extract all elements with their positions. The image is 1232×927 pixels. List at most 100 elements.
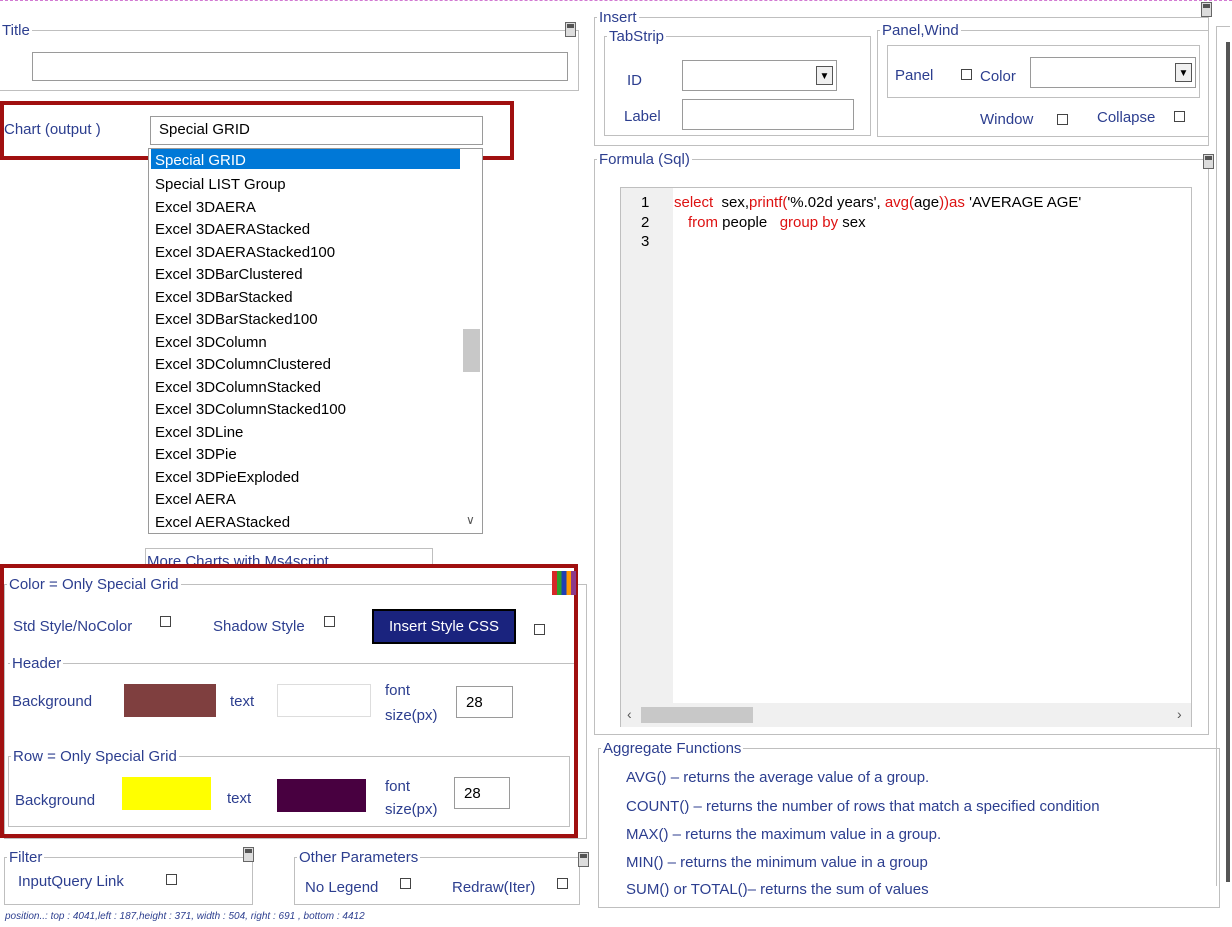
list-item[interactable]: Excel 3DBarClustered (155, 266, 303, 284)
header-background-swatch[interactable] (124, 684, 216, 717)
list-item[interactable]: Special LIST Group (155, 176, 286, 194)
chevron-right-icon[interactable]: › (1177, 706, 1182, 722)
aggregate-item: MAX() – returns the maximum value in a g… (626, 826, 942, 843)
row-size-label: size(px) (385, 801, 438, 818)
side-scrollbar[interactable] (1226, 42, 1230, 882)
sql-text: sex, (713, 194, 750, 211)
sql-line-1: select sex,printf('%.02d years', avg(age… (674, 194, 1081, 211)
shadow-style-checkbox[interactable] (324, 616, 335, 627)
no-legend-checkbox[interactable] (400, 878, 411, 889)
row-background-swatch[interactable] (122, 777, 211, 810)
chevron-left-icon[interactable]: ‹ (627, 706, 632, 722)
sql-line-2: from people group by sex (688, 214, 866, 231)
label-input[interactable] (682, 99, 854, 130)
list-item[interactable]: Excel 3DAERA (155, 199, 256, 217)
list-item[interactable]: Excel 3DColumnStacked100 (155, 401, 346, 419)
insert-legend: Insert (599, 9, 637, 26)
sql-keyword: from (688, 214, 718, 231)
header-legend: Header (12, 655, 62, 672)
aggregate-item: SUM() or TOTAL()– returns the sum of val… (626, 881, 929, 898)
scrollbar-thumb[interactable] (641, 707, 753, 723)
chevron-down-icon[interactable]: ▼ (816, 66, 833, 85)
row-background-label: Background (15, 792, 96, 809)
sql-keyword: group by (779, 214, 839, 231)
title-legend: Title (2, 22, 30, 39)
id-label: ID (627, 72, 642, 89)
inputquery-checkbox[interactable] (166, 874, 177, 885)
header-text-swatch[interactable] (277, 684, 371, 717)
list-item[interactable]: Special GRID (155, 152, 246, 170)
no-legend-label: No Legend (305, 879, 379, 896)
redraw-label: Redraw(Iter) (452, 879, 536, 896)
insert-style-css-button[interactable]: Insert Style CSS (372, 609, 516, 644)
aggregate-list: AVG() – returns the average value of a g… (598, 741, 1100, 898)
tabstrip-legend: TabStrip (609, 28, 665, 45)
sql-editor[interactable]: 1 2 3 select sex,printf('%.02d years', a… (620, 187, 1192, 727)
shadow-style-label: Shadow Style (213, 618, 305, 635)
horizontal-scrollbar[interactable]: ‹ › (621, 703, 1191, 727)
line-number: 2 (641, 214, 650, 231)
sql-keyword: ))as (939, 194, 965, 211)
list-item[interactable]: Excel 3DPieExploded (155, 469, 299, 487)
calculator-icon[interactable] (578, 852, 589, 867)
list-item[interactable]: Excel 3DAERAStacked100 (155, 244, 335, 262)
list-item[interactable]: Excel 3DBarStacked100 (155, 311, 318, 329)
list-item[interactable]: Excel 3DAERAStacked (155, 221, 310, 239)
line-number: 3 (641, 233, 650, 250)
other-parameters-legend: Other Parameters (299, 849, 419, 866)
panel-legend: Panel,Wind (882, 22, 959, 39)
row-font-size-input[interactable]: 28 (454, 777, 510, 809)
top-border (0, 0, 1232, 2)
header-font-size-input[interactable]: 28 (456, 686, 513, 718)
palette-icon[interactable] (552, 571, 576, 595)
list-item[interactable]: Excel 3DBarStacked (155, 289, 293, 307)
header-size-label: size(px) (385, 707, 438, 724)
sql-text: sex (838, 214, 866, 231)
std-style-label: Std Style/NoColor (13, 618, 133, 635)
row-text-swatch[interactable] (277, 779, 366, 812)
window-label: Window (980, 111, 1034, 128)
chevron-down-icon[interactable]: ∨ (466, 513, 475, 527)
color-label: Color (980, 68, 1016, 85)
sql-string: 'AVERAGE AGE' (964, 194, 1082, 211)
calculator-icon[interactable] (243, 847, 254, 862)
position-status: position..: top : 4041,left : 187,height… (5, 911, 365, 922)
window-checkbox[interactable] (1057, 114, 1068, 125)
color-select[interactable] (1030, 57, 1196, 88)
header-text-label: text (230, 693, 255, 710)
id-select[interactable] (682, 60, 837, 91)
calculator-icon[interactable] (1203, 154, 1214, 169)
list-item[interactable]: Excel AERAStacked (155, 514, 290, 532)
title-input[interactable] (32, 52, 568, 81)
chevron-down-icon[interactable]: ▼ (1175, 63, 1192, 82)
aggregate-item: AVG() – returns the average value of a g… (626, 769, 930, 786)
row-text-label: text (227, 790, 252, 807)
color-checkbox[interactable] (961, 69, 972, 80)
chart-listbox[interactable]: Special GRID Special LIST Group Excel 3D… (148, 148, 483, 534)
std-style-checkbox[interactable] (160, 616, 171, 627)
collapse-checkbox[interactable] (1174, 111, 1185, 122)
redraw-checkbox[interactable] (557, 878, 568, 889)
header-font-label: font (385, 682, 411, 699)
insert-css-checkbox[interactable] (534, 624, 545, 635)
aggregate-legend: Aggregate Functions (603, 740, 742, 757)
list-item[interactable]: Excel AERA (155, 491, 236, 509)
inputquery-label: InputQuery Link (18, 873, 124, 890)
row-font-label: font (385, 778, 411, 795)
sql-function: printf( (749, 194, 788, 211)
row-legend: Row = Only Special Grid (13, 748, 177, 765)
formula-legend: Formula (Sql) (599, 151, 690, 168)
list-item[interactable]: Excel 3DColumn (155, 334, 267, 352)
scrollbar-thumb[interactable] (463, 329, 480, 372)
sql-text: people (718, 214, 780, 231)
header-background-label: Background (12, 693, 93, 710)
listbox-scrollbar[interactable]: ∨ (460, 149, 482, 533)
aggregate-item: MIN() – returns the minimum value in a g… (626, 854, 928, 871)
calculator-icon[interactable] (565, 22, 576, 37)
list-item[interactable]: Excel 3DColumnStacked (155, 379, 321, 397)
calculator-icon[interactable] (1201, 2, 1212, 17)
list-item[interactable]: Excel 3DLine (155, 424, 243, 442)
panel-label: Panel (895, 67, 934, 84)
list-item[interactable]: Excel 3DColumnClustered (155, 356, 331, 374)
list-item[interactable]: Excel 3DPie (155, 446, 237, 464)
